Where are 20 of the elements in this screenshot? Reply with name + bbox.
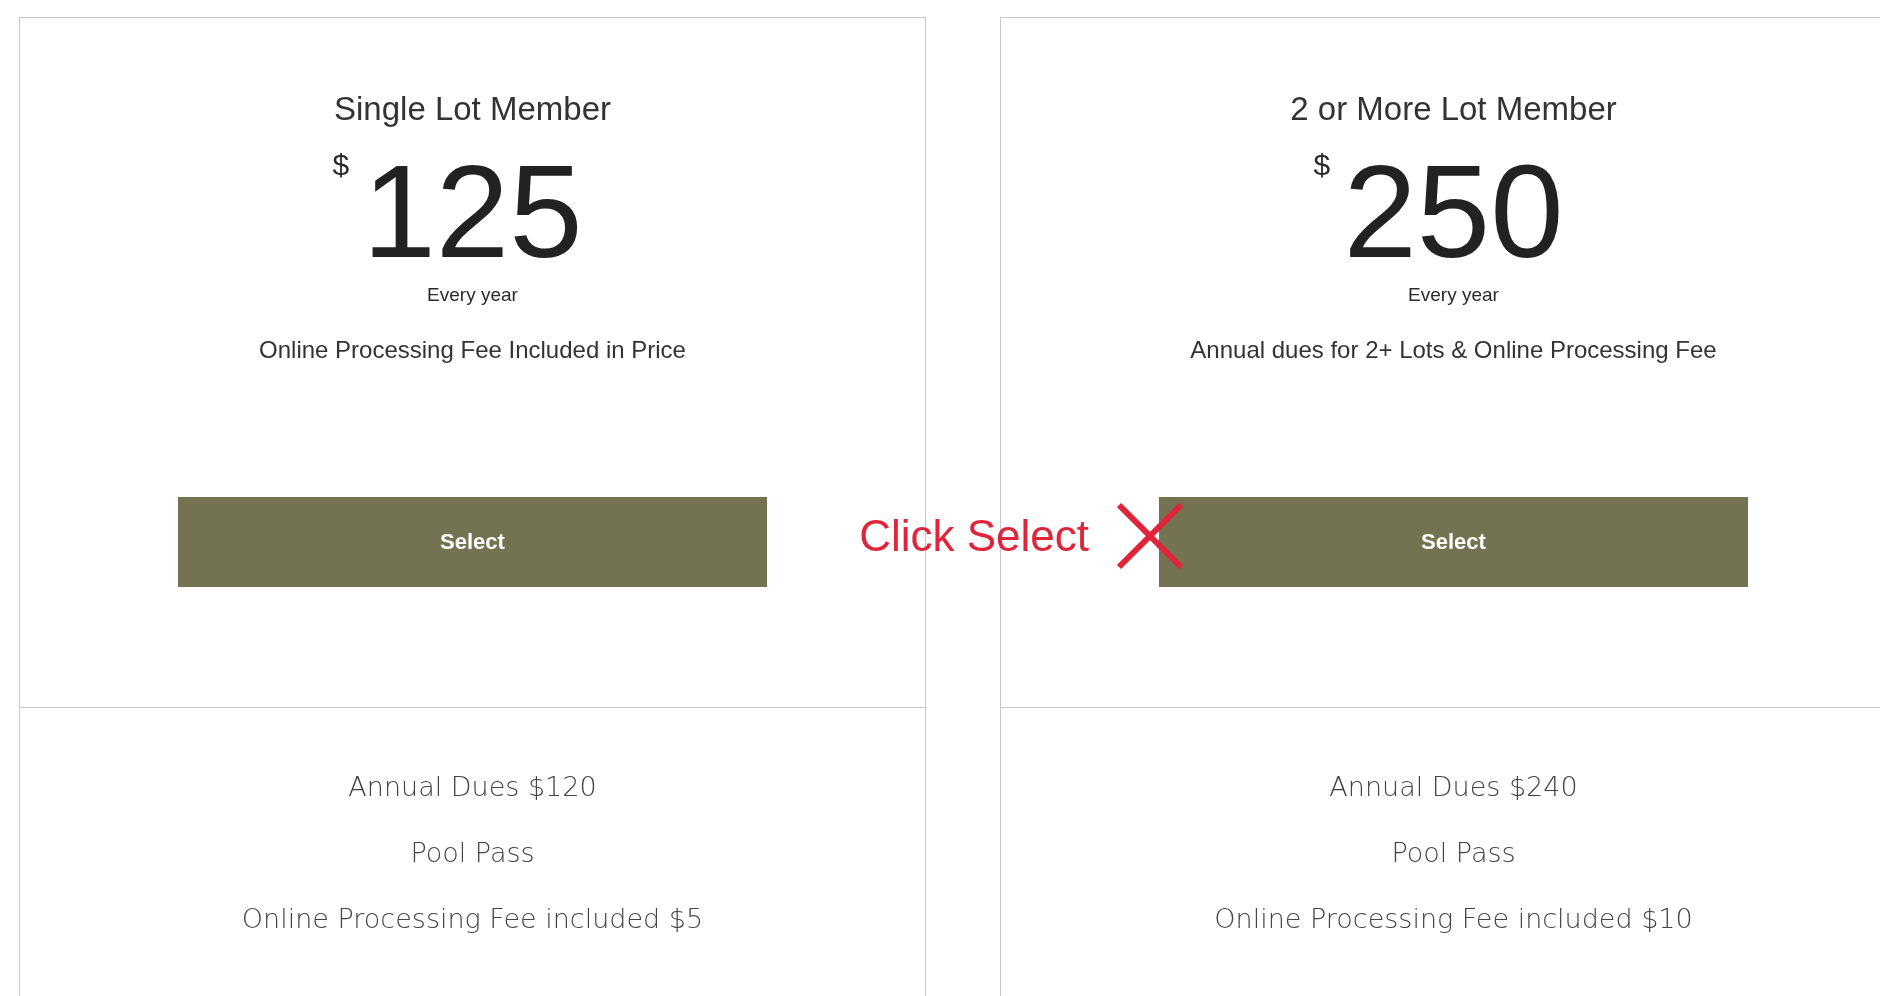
annotation-label: Click Select <box>859 511 1089 561</box>
plan-description: Online Processing Fee Included in Price <box>259 336 686 364</box>
plan-feature: Pool Pass <box>410 837 535 868</box>
plan-price: 125 <box>362 138 583 285</box>
plan-feature: Online Processing Fee included $10 <box>1214 903 1693 934</box>
billing-period: Every year <box>427 284 518 306</box>
plan-title: Single Lot Member <box>334 90 611 128</box>
plan-feature: Annual Dues $120 <box>348 771 597 802</box>
plan-description: Annual dues for 2+ Lots & Online Processing Fee <box>1190 336 1717 364</box>
currency-symbol: $ <box>1313 148 1331 182</box>
plan-feature: Online Processing Fee included $5 <box>241 903 704 934</box>
cross-mark-icon <box>1115 501 1185 571</box>
currency-symbol: $ <box>332 148 350 182</box>
select-button[interactable]: Select <box>1159 497 1748 587</box>
billing-period: Every year <box>1408 284 1499 306</box>
plan-price: 250 <box>1343 138 1564 285</box>
plan-feature: Pool Pass <box>1391 837 1516 868</box>
select-button[interactable]: Select <box>178 497 767 587</box>
plan-feature: Annual Dues $240 <box>1329 771 1578 802</box>
plan-title: 2 or More Lot Member <box>1290 90 1617 128</box>
